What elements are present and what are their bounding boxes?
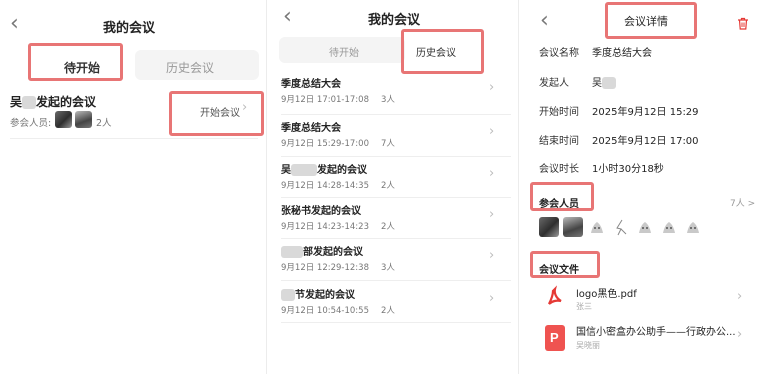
- detail-label-name: 会议名称: [539, 48, 579, 59]
- default-avatar-icon: [659, 217, 679, 237]
- initiator-name: 吴: [10, 95, 23, 109]
- ppt-icon: P: [545, 325, 565, 351]
- meeting-time: 9月12日 15:29-17:00: [281, 139, 369, 149]
- meeting-attendee-count: 3人: [381, 263, 395, 273]
- divider: [10, 138, 258, 139]
- divider: [281, 238, 511, 239]
- attendee-avatar: [539, 217, 559, 237]
- meeting-title: 张秘书发起的会议: [281, 206, 361, 217]
- back-arrow-icon[interactable]: ‹: [283, 6, 292, 28]
- chevron-right-icon[interactable]: ›: [489, 166, 494, 181]
- file-name: 国信小密盒办公助手——行政办公...: [576, 327, 736, 338]
- divider: [281, 322, 511, 323]
- default-avatar-icon: [587, 217, 607, 237]
- detail-label-duration: 会议时长: [539, 164, 579, 175]
- meeting-time: 9月12日 12:29-12:38: [281, 263, 369, 273]
- meeting-list-item[interactable]: 部发起的会议 9月12日 12:29-12:38 3人 ›: [267, 242, 519, 282]
- meeting-title-suffix: 发起的会议: [36, 95, 97, 109]
- detail-value-start-time: 2025年9月12日 15:29: [592, 107, 699, 118]
- detail-label-initiator: 发起人: [539, 78, 569, 89]
- default-avatar-icon: [635, 217, 655, 237]
- file-owner: 张三: [576, 302, 592, 311]
- highlight-box: [530, 251, 600, 278]
- divider: [281, 197, 511, 198]
- meeting-title: 季度总结大会: [281, 123, 341, 134]
- meeting-list-item[interactable]: 节发起的会议 9月12日 10:54-10:55 2人 ›: [267, 285, 519, 325]
- detail-value-end-time: 2025年9月12日 17:00: [592, 136, 699, 147]
- meeting-list-item[interactable]: 吴 发起的会议 9月12日 14:28-14:35 2人 ›: [267, 160, 519, 200]
- initiator-name: 吴: [281, 165, 291, 176]
- my-meetings-history-panel: ‹ 我的会议 待开始 历史会议 季度总结大会 9月12日 17:01-17:08…: [267, 0, 519, 374]
- meeting-detail-panel: ‹ 会议详情 会议名称 季度总结大会 发起人 吴 开始时间 2025年9月12日…: [519, 0, 761, 374]
- meeting-attendee-count: 7人: [381, 139, 395, 149]
- highlight-box: [28, 43, 123, 81]
- meeting-time: 9月12日 14:23-14:23: [281, 222, 369, 232]
- meeting-attendee-count: 2人: [381, 306, 395, 316]
- chevron-right-icon[interactable]: ›: [489, 207, 494, 222]
- highlight-box: [401, 29, 484, 74]
- tab-history[interactable]: 历史会议: [166, 59, 214, 76]
- meeting-title: 吴发起的会议: [10, 93, 96, 110]
- attendee-count: 2人: [96, 118, 112, 129]
- meeting-title: 节发起的会议: [281, 286, 355, 301]
- divider: [281, 280, 511, 281]
- my-meetings-upcoming-panel: ‹ 我的会议 待开始 历史会议 吴发起的会议 参会人员: 2人 开始会议 ›: [0, 0, 267, 374]
- detail-value-duration: 1小时30分18秒: [592, 164, 664, 175]
- meeting-attendee-count: 2人: [381, 181, 395, 191]
- file-name: logo黑色.pdf: [576, 289, 637, 300]
- redacted-name: [281, 289, 295, 301]
- attendee-avatar: [55, 111, 72, 128]
- meeting-time: 9月12日 17:01-17:08: [281, 95, 369, 105]
- meeting-attendee-count: 3人: [381, 95, 395, 105]
- redacted-name: [281, 246, 303, 258]
- chevron-right-icon[interactable]: ›: [737, 289, 742, 304]
- redacted-name: [22, 96, 37, 109]
- meeting-list-item[interactable]: 季度总结大会 9月12日 17:01-17:08 3人 ›: [267, 74, 519, 114]
- pdf-icon: [545, 285, 565, 311]
- meeting-title-suffix: 节发起的会议: [295, 290, 355, 301]
- page-title: 我的会议: [103, 21, 156, 36]
- initiator-name: 吴: [592, 78, 602, 89]
- meeting-time: 9月12日 14:28-14:35: [281, 181, 369, 191]
- detail-value-name: 季度总结大会: [592, 48, 652, 59]
- chevron-right-icon[interactable]: ›: [489, 291, 494, 306]
- meeting-list-item[interactable]: 张秘书发起的会议 9月12日 14:23-14:23 2人 ›: [267, 201, 519, 241]
- back-arrow-icon[interactable]: ‹: [540, 10, 549, 32]
- tab-upcoming[interactable]: 待开始: [329, 44, 359, 59]
- divider: [281, 114, 511, 115]
- attendee-avatar: [75, 111, 92, 128]
- chevron-right-icon[interactable]: ›: [489, 80, 494, 95]
- detail-label-start-time: 开始时间: [539, 107, 579, 118]
- highlight-box: [530, 182, 594, 211]
- meeting-list-item[interactable]: 季度总结大会 9月12日 15:29-17:00 7人 ›: [267, 118, 519, 158]
- detail-label-end-time: 结束时间: [539, 136, 579, 147]
- attendees-label: 参会人员:: [10, 118, 52, 129]
- attendees-count-link[interactable]: 7人 >: [730, 196, 755, 209]
- highlight-box: [169, 91, 264, 136]
- meeting-title-suffix: 部发起的会议: [303, 247, 363, 258]
- file-owner: 吴晓丽: [576, 341, 600, 350]
- highlight-box: [605, 2, 697, 39]
- meeting-time: 9月12日 10:54-10:55: [281, 306, 369, 316]
- attendee-avatar: [563, 217, 583, 237]
- chevron-right-icon[interactable]: ›: [737, 327, 742, 342]
- chevron-right-icon[interactable]: ›: [489, 248, 494, 263]
- redacted-name: [291, 164, 317, 176]
- meeting-attendee-count: 2人: [381, 222, 395, 232]
- redacted-name: [602, 77, 616, 89]
- divider: [281, 156, 511, 157]
- line-figure-icon: [611, 217, 631, 237]
- back-arrow-icon[interactable]: ‹: [10, 13, 19, 35]
- page-title: 我的会议: [368, 13, 421, 28]
- chevron-right-icon[interactable]: ›: [489, 124, 494, 139]
- meeting-title: 部发起的会议: [281, 243, 363, 258]
- delete-icon[interactable]: [737, 15, 749, 30]
- detail-value-initiator: 吴: [592, 74, 616, 89]
- meeting-title-suffix: 发起的会议: [317, 165, 367, 176]
- meeting-title: 吴 发起的会议: [281, 161, 367, 176]
- meeting-title: 季度总结大会: [281, 79, 341, 90]
- default-avatar-icon: [683, 217, 703, 237]
